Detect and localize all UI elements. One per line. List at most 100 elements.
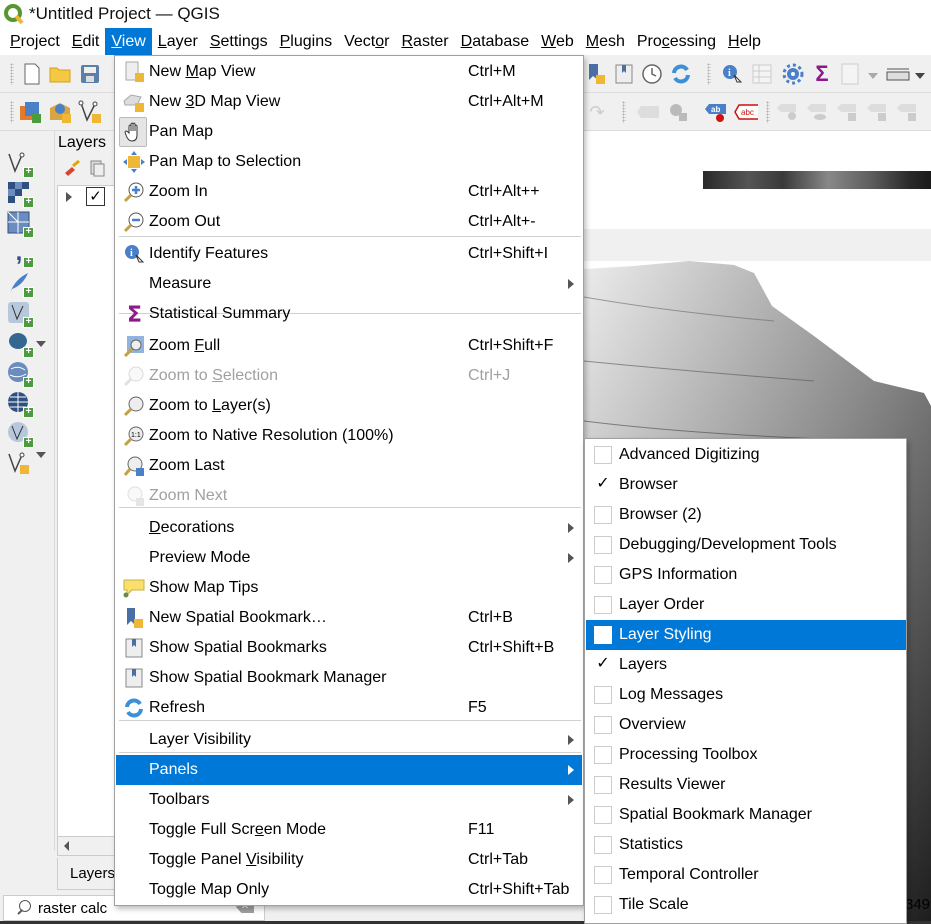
checkbox-unchecked[interactable] [594,746,612,764]
menu-item-toolbars[interactable]: Toolbars [116,785,582,815]
label-toolbar-icon[interactable] [636,100,660,124]
add-wms-layer-icon[interactable]: + [6,360,34,388]
menu-plugins[interactable]: Plugins [274,28,338,55]
menu-item-toggle-full-screen-mode[interactable]: Toggle Full Screen Mode F11 [116,815,582,845]
menu-view[interactable]: View [105,28,152,55]
menu-item-pan-map-to-selection[interactable]: Pan Map to Selection [116,147,582,177]
field-calculator-icon[interactable] [838,62,862,86]
checkbox-unchecked[interactable] [594,836,612,854]
label-change-icon[interactable] [896,100,920,124]
menu-item-zoom-in[interactable]: Zoom In Ctrl+Alt++ [116,177,582,207]
panel-item-browser-2[interactable]: Browser (2) [586,500,906,530]
menu-item-show-spatial-bookmarks[interactable]: Show Spatial Bookmarks Ctrl+Shift+B [116,633,582,663]
checkbox-unchecked[interactable] [594,626,612,644]
panel-item-layer-styling[interactable]: Layer Styling [586,620,906,650]
checkbox-unchecked[interactable] [594,536,612,554]
checkbox-unchecked[interactable] [594,566,612,584]
add-spatialite-icon[interactable]: + [6,270,34,298]
digitize-icon[interactable] [78,100,102,124]
add-mesh-layer-icon[interactable]: + [6,210,34,238]
menu-vector[interactable]: Vector [338,28,395,55]
layer-visibility-checkbox[interactable]: ✓ [86,187,105,206]
menu-item-panels[interactable]: Panels [116,755,582,785]
toolbar-grip[interactable] [766,101,770,123]
panel-item-browser[interactable]: ✓ Browser [586,470,906,500]
add-virtual-layer-icon[interactable]: + [6,300,34,328]
menu-raster[interactable]: Raster [395,28,454,55]
panel-item-gps-information[interactable]: GPS Information [586,560,906,590]
panel-item-debugging-development-tools[interactable]: Debugging/Development Tools [586,530,906,560]
menu-item-zoom-last[interactable]: Zoom Last [116,451,582,481]
menu-item-zoom-full[interactable]: Zoom Full Ctrl+Shift+F [116,331,582,361]
menu-item-refresh[interactable]: Refresh F5 [116,693,582,723]
style-manager-icon[interactable] [63,159,81,177]
panel-item-temporal-controller[interactable]: Temporal Controller [586,860,906,890]
menu-mesh[interactable]: Mesh [580,28,631,55]
menu-item-pan-map[interactable]: Pan Map [116,117,582,147]
checkbox-unchecked[interactable] [594,506,612,524]
menu-item-layer-visibility[interactable]: Layer Visibility [116,725,582,755]
add-wcs-layer-icon[interactable]: + [6,420,34,448]
pin-labels-icon[interactable] [666,100,690,124]
temporal-controller-icon[interactable] [640,62,664,86]
add-postgis-layer-icon[interactable]: + [6,330,34,358]
menu-item-identify-features[interactable]: i Identify Features Ctrl+Shift+I [116,239,582,269]
add-group-icon[interactable] [88,159,106,177]
layers-horizontal-scrollbar[interactable] [57,836,117,856]
checkbox-unchecked[interactable] [594,686,612,704]
menu-item-show-spatial-bookmark-manager[interactable]: Show Spatial Bookmark Manager [116,663,582,693]
menu-item-toggle-panel-visibility[interactable]: Toggle Panel Visibility Ctrl+Tab [116,845,582,875]
checkbox-unchecked[interactable] [594,716,612,734]
panel-item-statistics[interactable]: Statistics [586,830,906,860]
expand-layer-icon[interactable] [66,192,72,202]
dropdown-arrow-icon[interactable] [36,341,46,347]
menu-processing[interactable]: Processing [631,28,722,55]
identify-features-icon[interactable]: i [720,62,744,86]
menu-item-decorations[interactable]: Decorations [116,513,582,543]
label-highlight-icon[interactable] [776,100,800,124]
label-move-icon[interactable] [836,100,860,124]
panel-item-results-viewer[interactable]: Results Viewer [586,770,906,800]
panel-item-layer-order[interactable]: Layer Order [586,590,906,620]
toolbar-grip[interactable] [10,63,14,85]
checkbox-unchecked[interactable] [594,896,612,914]
checkbox-unchecked[interactable] [594,446,612,464]
add-delimited-text-icon[interactable]: , + [6,239,34,268]
menu-help[interactable]: Help [722,28,767,55]
label-rotate-icon[interactable] [866,100,890,124]
panel-item-layers[interactable]: ✓ Layers [586,650,906,680]
label-show-hide-icon[interactable] [806,100,830,124]
data-source-manager-icon[interactable] [18,100,42,124]
statistical-summary-icon[interactable]: Σ [810,61,834,86]
add-wfs-layer-icon[interactable]: + [6,390,34,418]
add-vector-layer-icon[interactable]: + [6,150,34,178]
menu-settings[interactable]: Settings [204,28,274,55]
new-shapefile-icon[interactable] [6,450,32,476]
menu-item-measure[interactable]: Measure [116,269,582,299]
show-bookmarks-icon[interactable] [612,62,636,86]
layer-diagram-icon[interactable]: abc [734,100,758,124]
menu-item-statistical-summary[interactable]: Σ Statistical Summary [116,299,582,329]
layer-labeling-icon[interactable]: ab [704,100,728,124]
new-geopackage-icon[interactable] [48,100,72,124]
toolbar-grip[interactable] [707,63,711,85]
menu-item-show-map-tips[interactable]: Show Map Tips [116,573,582,603]
add-raster-layer-icon[interactable]: + [6,180,34,208]
attribute-table-icon[interactable] [750,62,774,86]
save-project-icon[interactable] [78,62,102,86]
new-project-icon[interactable] [20,62,44,86]
menu-project[interactable]: Project [4,28,66,55]
menu-web[interactable]: Web [535,28,580,55]
menu-database[interactable]: Database [455,28,536,55]
panel-item-overview[interactable]: Overview [586,710,906,740]
menu-item-toggle-map-only[interactable]: Toggle Map Only Ctrl+Shift+Tab [116,875,582,905]
open-project-icon[interactable] [48,62,72,86]
menu-item-new-3d-map-view[interactable]: New 3D Map View Ctrl+Alt+M [116,87,582,117]
menu-item-new-map-view[interactable]: New Map View Ctrl+M [116,57,582,87]
menu-edit[interactable]: Edit [66,28,106,55]
checkbox-unchecked[interactable] [594,776,612,794]
processing-toolbox-icon[interactable] [781,62,805,86]
menu-item-zoom-out[interactable]: Zoom Out Ctrl+Alt+- [116,207,582,237]
dropdown-arrow-icon[interactable] [36,452,46,458]
toolbar-grip[interactable] [10,101,14,123]
